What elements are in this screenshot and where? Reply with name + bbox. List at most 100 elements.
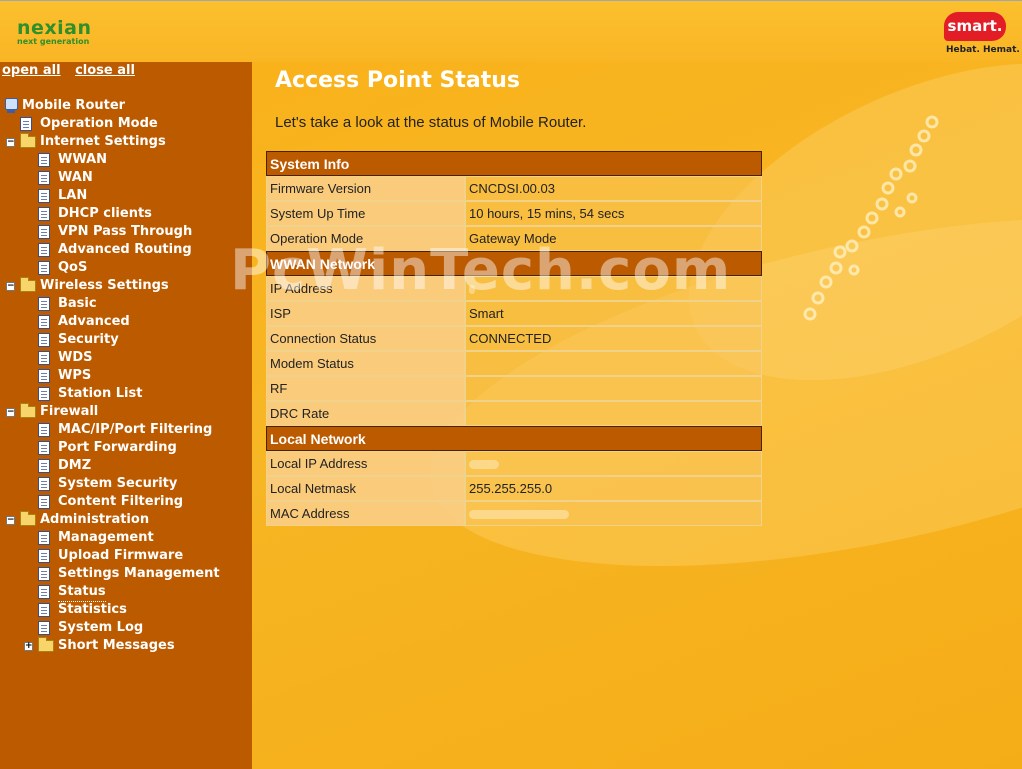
- page-icon: [38, 477, 50, 491]
- tree-item-port-forwarding[interactable]: Port Forwarding: [38, 439, 177, 457]
- status-value: [465, 451, 762, 476]
- tree-item-label: Station List: [58, 386, 143, 401]
- tree-item-operation-mode[interactable]: Operation Mode: [20, 115, 158, 133]
- tree-root-mobile-router[interactable]: Mobile Router: [4, 97, 125, 115]
- tree-folder-internet-settings[interactable]: − Internet Settings: [6, 133, 166, 151]
- status-row: Local Netmask 255.255.255.0: [266, 476, 762, 501]
- status-key: MAC Address: [266, 501, 465, 526]
- tree-item-dhcp-clients[interactable]: DHCP clients: [38, 205, 152, 223]
- status-value: 10 hours, 15 mins, 54 secs: [465, 201, 762, 226]
- tree-item-label: WAN: [58, 170, 93, 185]
- tree-item-label: System Security: [58, 476, 178, 491]
- page-icon: [38, 351, 50, 365]
- partner-slogan: Hebat. Hemat.: [946, 45, 1020, 55]
- status-row: Connection Status CONNECTED: [266, 326, 762, 351]
- page-icon: [38, 549, 50, 563]
- section-title: Local Network: [266, 426, 762, 451]
- page-icon: [38, 567, 50, 581]
- tree-item-label: System Log: [58, 620, 144, 635]
- tree-folder-administration[interactable]: − Administration: [6, 511, 149, 529]
- computer-icon: [4, 98, 18, 114]
- tree-item-security[interactable]: Security: [38, 331, 119, 349]
- redacted-value: [469, 510, 569, 520]
- status-row: RF: [266, 376, 762, 401]
- tree-item-lan[interactable]: LAN: [38, 187, 87, 205]
- tree-item-advanced[interactable]: Advanced: [38, 313, 130, 331]
- tree-item-label: Status: [58, 583, 106, 602]
- tree-item-dmz[interactable]: DMZ: [38, 457, 91, 475]
- tree-item-qos[interactable]: QoS: [38, 259, 87, 277]
- collapse-icon[interactable]: −: [6, 282, 15, 291]
- tree-item-label: DMZ: [58, 458, 92, 473]
- status-key: Connection Status: [266, 326, 465, 351]
- tree-item-content-filtering[interactable]: Content Filtering: [38, 493, 183, 511]
- tree-item-label: Internet Settings: [40, 134, 166, 149]
- tree-item-label: QoS: [58, 260, 88, 275]
- tree-item-wds[interactable]: WDS: [38, 349, 93, 367]
- redacted-value: [469, 285, 475, 295]
- status-key: Firmware Version: [266, 176, 465, 201]
- tree-item-system-log[interactable]: System Log: [38, 619, 143, 637]
- tree-item-upload-firmware[interactable]: Upload Firmware: [38, 547, 183, 565]
- tree-item-basic[interactable]: Basic: [38, 295, 97, 313]
- page-icon: [38, 495, 50, 509]
- tree-item-label: Settings Management: [58, 566, 220, 581]
- page-icon: [38, 315, 50, 329]
- smart-logo: smart. Hebat. Hemat.: [942, 12, 1020, 58]
- status-row: System Up Time 10 hours, 15 mins, 54 secs: [266, 201, 762, 226]
- tree-item-label: Firewall: [40, 404, 99, 419]
- section-header: WWAN Network: [266, 251, 762, 276]
- folder-icon: [20, 511, 36, 526]
- tree-item-vpn-pass-through[interactable]: VPN Pass Through: [38, 223, 192, 241]
- folder-icon: [20, 277, 36, 292]
- section-title: System Info: [266, 151, 762, 176]
- status-value: [465, 401, 762, 426]
- close-all-link[interactable]: close all: [75, 63, 135, 78]
- brand-tagline: next generation: [17, 37, 90, 46]
- nexian-logo: nexian next generation: [17, 19, 92, 46]
- page-icon: [38, 333, 50, 347]
- tree-item-station-list[interactable]: Station List: [38, 385, 142, 403]
- tree-item-status[interactable]: Status: [38, 583, 106, 602]
- page-icon: [38, 585, 50, 599]
- collapse-icon[interactable]: −: [6, 516, 15, 525]
- tree-item-label: Statistics: [58, 602, 127, 617]
- partner-logo-text: smart.: [944, 12, 1006, 41]
- tree-item-wan[interactable]: WAN: [38, 169, 93, 187]
- tree-item-label: Short Messages: [58, 638, 175, 653]
- status-key: Local Netmask: [266, 476, 465, 501]
- open-all-link[interactable]: open all: [2, 63, 61, 78]
- tree-folder-short-messages[interactable]: + Short Messages: [24, 637, 175, 655]
- page-icon: [38, 189, 50, 203]
- sidebar-menu: open all close all Mobile Router Operatio…: [0, 62, 252, 769]
- tree-folder-firewall[interactable]: − Firewall: [6, 403, 99, 421]
- status-row: Modem Status: [266, 351, 762, 376]
- tree-item-label: MAC/IP/Port Filtering: [58, 422, 213, 437]
- page-description: Let's take a look at the status of Mobil…: [275, 114, 587, 131]
- section-header: Local Network: [266, 426, 762, 451]
- status-row: MAC Address: [266, 501, 762, 526]
- collapse-icon[interactable]: −: [6, 408, 15, 417]
- status-value: [465, 376, 762, 401]
- status-row: DRC Rate: [266, 401, 762, 426]
- page-icon: [38, 531, 50, 545]
- tree-item-statistics[interactable]: Statistics: [38, 601, 127, 619]
- status-value: [465, 276, 762, 301]
- tree-folder-wireless-settings[interactable]: − Wireless Settings: [6, 277, 169, 295]
- page-icon: [38, 423, 50, 437]
- tree-item-advanced-routing[interactable]: Advanced Routing: [38, 241, 192, 259]
- tree-item-management[interactable]: Management: [38, 529, 154, 547]
- status-row: Operation Mode Gateway Mode: [266, 226, 762, 251]
- tree-item-wwan[interactable]: WWAN: [38, 151, 107, 169]
- status-key: System Up Time: [266, 201, 465, 226]
- folder-icon: [20, 133, 36, 148]
- tree-item-wps[interactable]: WPS: [38, 367, 91, 385]
- collapse-icon[interactable]: −: [6, 138, 15, 147]
- expand-icon[interactable]: +: [24, 642, 33, 651]
- tree-item-settings-management[interactable]: Settings Management: [38, 565, 220, 583]
- page-icon: [38, 171, 50, 185]
- status-key: Local IP Address: [266, 451, 465, 476]
- tree-controls: open all close all: [2, 63, 135, 78]
- tree-item-system-security[interactable]: System Security: [38, 475, 177, 493]
- tree-item-mac-ip-port-filtering[interactable]: MAC/IP/Port Filtering: [38, 421, 212, 439]
